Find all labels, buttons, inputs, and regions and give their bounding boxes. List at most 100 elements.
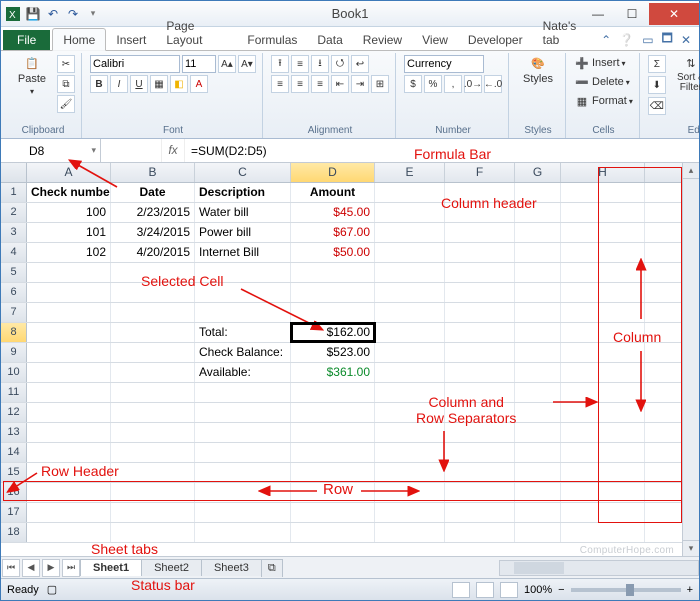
cell-H10[interactable] (561, 363, 645, 382)
cut-icon[interactable]: ✂ (57, 55, 75, 73)
cell-E11[interactable] (375, 383, 445, 402)
window-options-icon[interactable]: ▭ (642, 33, 653, 47)
tab-data[interactable]: Data (307, 29, 352, 50)
tab-custom[interactable]: Nate's tab (533, 15, 602, 50)
sheet-tab-1[interactable]: Sheet1 (80, 559, 142, 576)
cell-C15[interactable] (195, 463, 291, 482)
number-format-combo[interactable] (404, 55, 484, 73)
decrease-indent-icon[interactable]: ⇤ (331, 75, 349, 93)
cell-F7[interactable] (445, 303, 515, 322)
align-right-icon[interactable]: ≡ (311, 75, 329, 93)
fill-icon[interactable]: ⬇ (648, 76, 666, 94)
cell-B8[interactable] (111, 323, 195, 342)
cell-B1[interactable]: Date (111, 183, 195, 202)
row-header-13[interactable]: 13 (1, 423, 27, 442)
cell-H5[interactable] (561, 263, 645, 282)
sheet-nav-next-icon[interactable]: ▶ (42, 559, 60, 577)
sheet-nav-last-icon[interactable]: ⏭ (62, 559, 80, 577)
column-header-B[interactable]: B (111, 163, 195, 182)
cell-A8[interactable] (27, 323, 111, 342)
merge-center-icon[interactable]: ⊞ (371, 75, 389, 93)
row-header-14[interactable]: 14 (1, 443, 27, 462)
fill-color-icon[interactable]: ◧ (170, 75, 188, 93)
tab-developer[interactable]: Developer (458, 29, 533, 50)
cell-D7[interactable] (291, 303, 375, 322)
row-header-3[interactable]: 3 (1, 223, 27, 242)
cell-B11[interactable] (111, 383, 195, 402)
row-header-6[interactable]: 6 (1, 283, 27, 302)
cell-F4[interactable] (445, 243, 515, 262)
redo-icon[interactable]: ↷ (65, 6, 81, 22)
cell-D4[interactable]: $50.00 (291, 243, 375, 262)
row-header-17[interactable]: 17 (1, 503, 27, 522)
cell-G15[interactable] (515, 463, 561, 482)
cell-B13[interactable] (111, 423, 195, 442)
cell-H6[interactable] (561, 283, 645, 302)
cell-A6[interactable] (27, 283, 111, 302)
cell-F3[interactable] (445, 223, 515, 242)
column-header-E[interactable]: E (375, 163, 445, 182)
cell-B4[interactable]: 4/20/2015 (111, 243, 195, 262)
cell-H18[interactable] (561, 523, 645, 542)
cell-A17[interactable] (27, 503, 111, 522)
increase-indent-icon[interactable]: ⇥ (351, 75, 369, 93)
tab-insert[interactable]: Insert (106, 29, 156, 50)
cell-G8[interactable] (515, 323, 561, 342)
scroll-down-icon[interactable]: ▾ (683, 540, 699, 556)
cell-C12[interactable] (195, 403, 291, 422)
save-icon[interactable]: 💾 (25, 6, 41, 22)
cell-H1[interactable] (561, 183, 645, 202)
cell-C16[interactable] (195, 483, 291, 502)
cell-F1[interactable] (445, 183, 515, 202)
cell-D6[interactable] (291, 283, 375, 302)
bold-button[interactable]: B (90, 75, 108, 93)
sheet-nav-first-icon[interactable]: ⏮ (2, 559, 20, 577)
tab-home[interactable]: Home (52, 28, 106, 51)
row-header-7[interactable]: 7 (1, 303, 27, 322)
cell-E8[interactable] (375, 323, 445, 342)
cell-C4[interactable]: Internet Bill (195, 243, 291, 262)
page-break-view-icon[interactable] (500, 582, 518, 598)
cell-F9[interactable] (445, 343, 515, 362)
cell-D17[interactable] (291, 503, 375, 522)
cell-A4[interactable]: 102 (27, 243, 111, 262)
cell-E3[interactable] (375, 223, 445, 242)
row-header-5[interactable]: 5 (1, 263, 27, 282)
cell-A2[interactable]: 100 (27, 203, 111, 222)
cell-F17[interactable] (445, 503, 515, 522)
cell-H9[interactable] (561, 343, 645, 362)
increase-decimal-icon[interactable]: .0→ (464, 75, 482, 93)
italic-button[interactable]: I (110, 75, 128, 93)
tab-formulas[interactable]: Formulas (237, 29, 307, 50)
orientation-icon[interactable]: ⭯ (331, 55, 349, 73)
cell-D9[interactable]: $523.00 (291, 343, 375, 362)
macro-record-icon[interactable]: ▢ (47, 583, 57, 596)
cell-G16[interactable] (515, 483, 561, 502)
column-header-F[interactable]: F (445, 163, 515, 182)
align-middle-icon[interactable]: ≡ (291, 55, 309, 73)
cell-E16[interactable] (375, 483, 445, 502)
cell-C18[interactable] (195, 523, 291, 542)
cell-H12[interactable] (561, 403, 645, 422)
cell-H13[interactable] (561, 423, 645, 442)
page-layout-view-icon[interactable] (476, 582, 494, 598)
cell-C1[interactable]: Description (195, 183, 291, 202)
sheet-nav-prev-icon[interactable]: ◀ (22, 559, 40, 577)
cell-C10[interactable]: Available: (195, 363, 291, 382)
font-name-combo[interactable] (90, 55, 180, 73)
currency-icon[interactable]: $ (404, 75, 422, 93)
cell-E5[interactable] (375, 263, 445, 282)
normal-view-icon[interactable] (452, 582, 470, 598)
cell-B9[interactable] (111, 343, 195, 362)
horizontal-scrollbar[interactable] (499, 560, 699, 576)
format-painter-icon[interactable]: 🖌 (57, 95, 75, 113)
cell-F12[interactable] (445, 403, 515, 422)
cell-E7[interactable] (375, 303, 445, 322)
clear-icon[interactable]: ⌫ (648, 97, 666, 115)
cell-C9[interactable]: Check Balance: (195, 343, 291, 362)
cell-F16[interactable] (445, 483, 515, 502)
cell-G4[interactable] (515, 243, 561, 262)
cell-A16[interactable] (27, 483, 111, 502)
cell-G2[interactable] (515, 203, 561, 222)
vertical-scrollbar[interactable]: ▴ ▾ (682, 163, 699, 556)
